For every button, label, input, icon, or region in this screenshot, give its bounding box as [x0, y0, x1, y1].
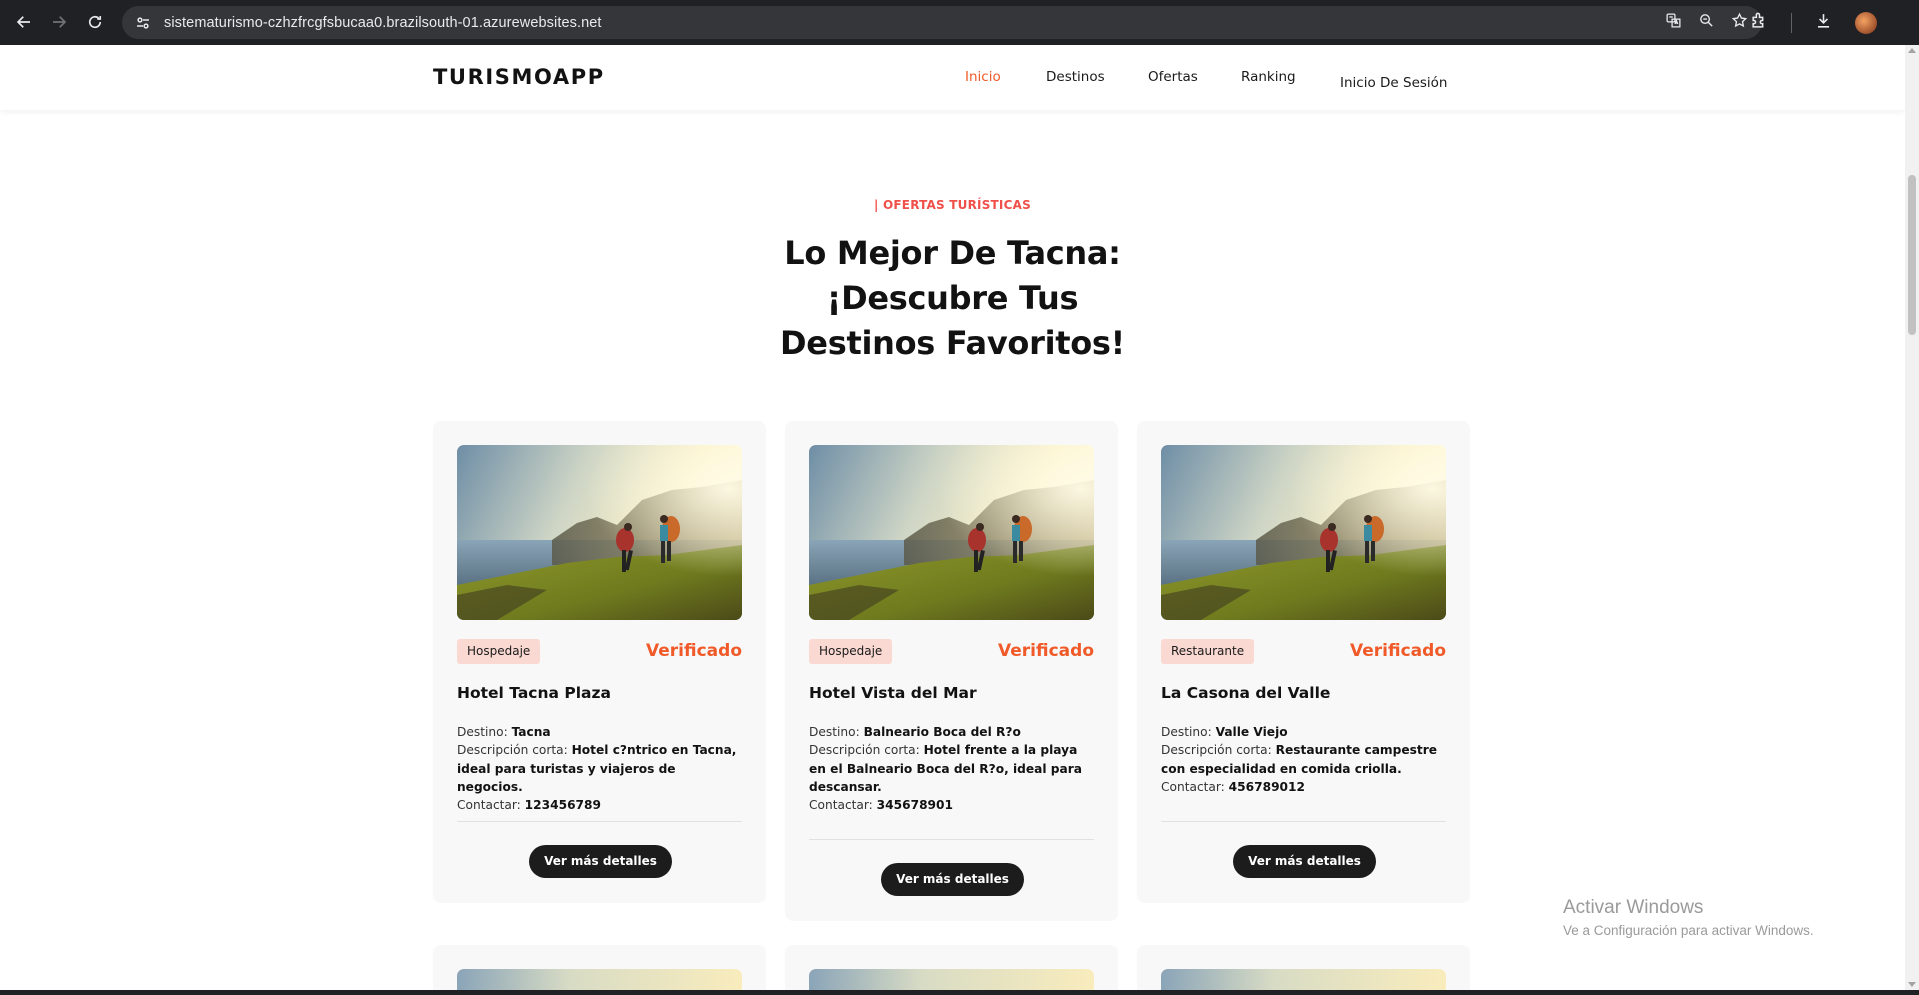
- contacto-label: Contactar:: [457, 798, 521, 813]
- offer-card-partial: [785, 945, 1118, 990]
- verified-status: Verificado: [646, 641, 742, 661]
- zoom-icon[interactable]: [1698, 12, 1715, 33]
- verified-status: Verificado: [1350, 641, 1446, 661]
- destino-value: Tacna: [511, 725, 551, 739]
- offer-title: Hotel Vista del Mar: [809, 684, 977, 702]
- forward-icon[interactable]: [42, 5, 76, 39]
- descripcion-row: Descripción corta: Hotel frente a la pla…: [809, 741, 1094, 796]
- address-bar[interactable]: sistematurismo-czhzfrcgfsbucaa0.brazilso…: [122, 6, 1762, 39]
- scroll-down-arrow-icon[interactable]: [1908, 982, 1916, 987]
- contacto-value: 456789012: [1228, 779, 1305, 794]
- ver-detalles-button[interactable]: Ver más detalles: [529, 845, 672, 878]
- ver-detalles-button[interactable]: Ver más detalles: [881, 863, 1024, 896]
- offer-image: [809, 445, 1094, 620]
- offer-card-partial: [1137, 945, 1470, 990]
- destino-value: Balneario Boca del R?o: [863, 725, 1021, 739]
- url-text[interactable]: sistematurismo-czhzfrcgfsbucaa0.brazilso…: [164, 15, 602, 31]
- offer-image: [809, 969, 1094, 990]
- card-divider: [809, 839, 1094, 840]
- offer-image: [1161, 969, 1446, 990]
- translate-icon[interactable]: [1665, 12, 1682, 33]
- offer-details: Destino: Valle Viejo Descripción corta: …: [1161, 723, 1446, 796]
- offer-card: Hospedaje Verificado Hotel Vista del Mar…: [785, 421, 1118, 921]
- descripcion-row: Descripción corta: Hotel c?ntrico en Tac…: [457, 741, 742, 796]
- section-title-line1: Lo Mejor De Tacna:: [784, 234, 1121, 272]
- taskbar-edge: [0, 990, 1919, 995]
- browser-toolbar: sistematurismo-czhzfrcgfsbucaa0.brazilso…: [0, 0, 1919, 45]
- contacto-label: Contactar:: [809, 798, 873, 813]
- contacto-row: Contactar: 123456789: [457, 796, 742, 814]
- destino-row: Destino: Valle Viejo: [1161, 723, 1446, 741]
- card-divider: [1161, 821, 1446, 822]
- section-title-line3: Destinos Favoritos!: [780, 324, 1125, 362]
- page-scrollbar[interactable]: [1905, 45, 1919, 990]
- offer-image: [1161, 445, 1446, 620]
- page-viewport: TURISMOAPP Inicio Destinos Ofertas Ranki…: [0, 45, 1905, 990]
- category-badge: Restaurante: [1161, 639, 1255, 664]
- descripcion-label: Descripción corta:: [1161, 743, 1272, 758]
- destino-label: Destino:: [1161, 725, 1212, 739]
- section-title-line2: ¡Descubre Tus: [826, 279, 1079, 317]
- offer-card: Restaurante Verificado La Casona del Val…: [1137, 421, 1470, 903]
- scrollbar-thumb[interactable]: [1908, 175, 1916, 335]
- contacto-row: Contactar: 456789012: [1161, 778, 1446, 796]
- destino-label: Destino:: [457, 725, 508, 739]
- offer-details: Destino: Balneario Boca del R?o Descripc…: [809, 723, 1094, 814]
- main-nav: Inicio Destinos Ofertas Ranking Inicio D…: [0, 45, 1905, 110]
- offer-details: Destino: Tacna Descripción corta: Hotel …: [457, 723, 742, 814]
- offer-image: [457, 445, 742, 620]
- category-badge: Hospedaje: [457, 639, 541, 664]
- watermark-subtitle: Ve a Configuración para activar Windows.: [1563, 923, 1814, 938]
- nav-ranking[interactable]: Ranking: [1241, 69, 1296, 85]
- offer-image: [457, 969, 742, 990]
- site-header: TURISMOAPP Inicio Destinos Ofertas Ranki…: [0, 45, 1905, 110]
- descripcion-label: Descripción corta:: [457, 743, 568, 758]
- contacto-value: 345678901: [876, 798, 953, 813]
- nav-inicio-sesion[interactable]: Inicio De Sesión: [1340, 75, 1447, 91]
- ver-detalles-button[interactable]: Ver más detalles: [1233, 845, 1376, 878]
- downloads-icon[interactable]: [1814, 11, 1833, 34]
- contacto-label: Contactar:: [1161, 779, 1225, 794]
- destino-row: Destino: Balneario Boca del R?o: [809, 723, 1094, 741]
- toolbar-separator: [1791, 12, 1792, 33]
- watermark-title: Activar Windows: [1563, 897, 1704, 918]
- category-badge: Hospedaje: [809, 639, 893, 664]
- bookmark-star-icon[interactable]: [1731, 12, 1748, 33]
- destino-value: Valle Viejo: [1215, 725, 1288, 739]
- site-settings-icon[interactable]: [134, 14, 152, 32]
- profile-avatar[interactable]: [1855, 11, 1877, 34]
- extensions-icon[interactable]: [1750, 11, 1769, 34]
- section-kicker: | OFERTAS TURÍSTICAS: [874, 198, 1031, 212]
- back-icon[interactable]: [7, 5, 41, 39]
- section-title: Lo Mejor De Tacna: ¡Descubre Tus Destino…: [0, 231, 1905, 366]
- descripcion-label: Descripción corta:: [809, 743, 920, 758]
- windows-activation-watermark: Activar Windows Ve a Configuración para …: [1563, 897, 1814, 938]
- nav-inicio[interactable]: Inicio: [965, 69, 1001, 85]
- contacto-row: Contactar: 345678901: [809, 796, 1094, 814]
- scroll-up-arrow-icon[interactable]: [1908, 48, 1916, 53]
- offer-card: Hospedaje Verificado Hotel Tacna Plaza D…: [433, 421, 766, 903]
- offer-title: La Casona del Valle: [1161, 684, 1331, 702]
- destino-row: Destino: Tacna: [457, 723, 742, 741]
- offer-card-partial: [433, 945, 766, 990]
- card-divider: [457, 821, 742, 822]
- descripcion-row: Descripción corta: Restaurante campestre…: [1161, 741, 1446, 778]
- nav-destinos[interactable]: Destinos: [1046, 69, 1105, 85]
- verified-status: Verificado: [998, 641, 1094, 661]
- contacto-value: 123456789: [524, 798, 601, 813]
- destino-label: Destino:: [809, 725, 860, 739]
- reload-icon[interactable]: [78, 5, 112, 39]
- nav-ofertas[interactable]: Ofertas: [1148, 69, 1198, 85]
- offer-title: Hotel Tacna Plaza: [457, 684, 611, 702]
